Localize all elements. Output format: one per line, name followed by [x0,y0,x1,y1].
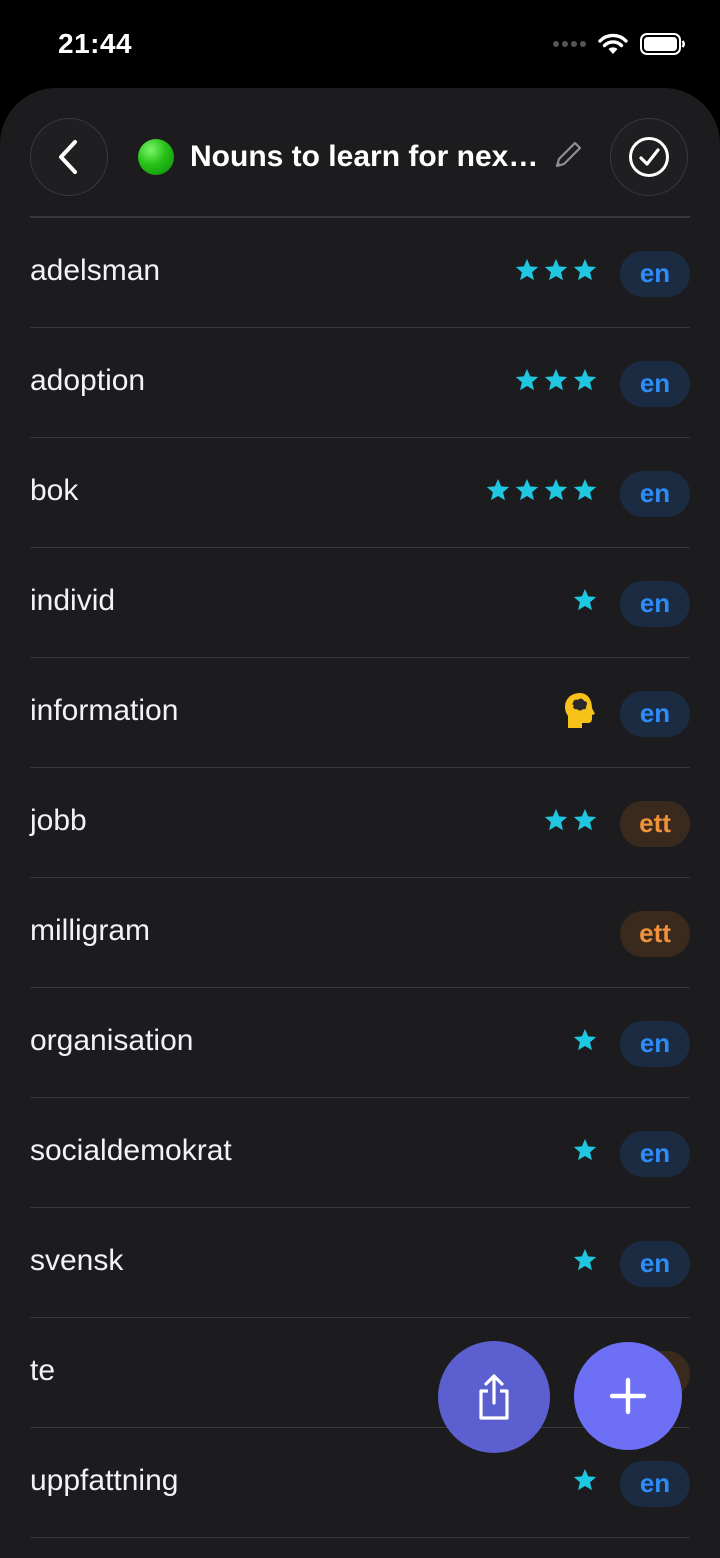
star-icon [543,807,569,840]
status-bar: 21:44 [0,0,720,88]
star-icon [572,807,598,840]
star-rating [543,807,598,840]
word-meta: ett [620,910,690,957]
list-item[interactable]: svensk en [30,1208,690,1318]
list-item[interactable]: organisation en [30,988,690,1098]
article-badge: en [620,690,690,737]
article-badge: en [620,580,690,627]
star-rating [572,587,598,620]
back-button[interactable] [30,118,108,196]
list-item[interactable]: uppfattning en [30,1428,690,1538]
status-icons [552,33,686,55]
word-label: jobb [30,803,87,837]
signal-icon [553,41,586,47]
article-badge: en [620,250,690,297]
word-meta: en [485,470,690,517]
word-label: svensk [30,1243,124,1277]
word-meta: en [514,360,690,407]
pencil-icon[interactable] [552,139,584,171]
word-meta: en [562,690,690,737]
word-meta: en [572,580,690,627]
article-badge: en [620,1460,690,1507]
battery-icon [640,33,685,55]
star-icon [485,477,511,510]
star-icon [543,257,569,290]
article-badge: ett [620,800,690,847]
star-rating [485,477,598,510]
word-label: socialdemokrat [30,1133,232,1167]
star-icon [514,257,540,290]
list-item[interactable]: bok en [30,438,690,548]
article-badge: en [620,360,690,407]
word-list: adelsman en adoption en bok en individ en inform… [30,216,690,1538]
list-item[interactable]: adoption en [30,328,690,438]
star-icon [572,257,598,290]
star-icon [572,587,598,620]
word-label: te [30,1353,56,1387]
star-rating [514,367,598,400]
star-icon [543,477,569,510]
star-rating [572,1467,598,1500]
article-badge: en [620,1130,690,1177]
add-word-button[interactable] [574,1342,682,1450]
chevron-left-icon [59,140,77,174]
share-icon [479,1374,509,1420]
page-title: Nouns to learn for nex… [190,140,538,173]
list-sheet: Nouns to learn for nex… adelsman en adopti… [0,88,720,1558]
star-icon [572,1027,598,1060]
list-item[interactable]: milligram ett [30,878,690,988]
word-label: adoption [30,363,146,397]
list-item[interactable]: socialdemokrat en [30,1098,690,1208]
list-color-icon [138,139,174,175]
star-icon [514,477,540,510]
star-rating [572,1027,598,1060]
star-icon [543,367,569,400]
word-label: adelsman [30,253,161,287]
word-label: bok [30,473,79,507]
word-meta: ett [543,800,690,847]
share-button[interactable] [438,1341,550,1453]
word-label: individ [30,583,116,617]
word-meta: en [572,1020,690,1067]
plus-icon [609,1377,647,1415]
star-icon [572,477,598,510]
star-rating [514,257,598,290]
list-title-area[interactable]: Nouns to learn for nex… [138,136,588,178]
star-icon [572,1467,598,1500]
brain-icon [562,691,598,736]
status-time: 21:44 [58,28,133,59]
star-icon [572,1247,598,1280]
word-meta: en [572,1460,690,1507]
article-badge: en [620,470,690,517]
word-label: uppfattning [30,1463,179,1497]
list-item[interactable]: individ en [30,548,690,658]
word-label: organisation [30,1023,194,1057]
star-rating [572,1247,598,1280]
article-badge: en [620,1240,690,1287]
word-meta: en [514,250,690,297]
list-item[interactable]: information en [30,658,690,768]
star-icon [572,1137,598,1170]
word-meta: en [572,1240,690,1287]
star-icon [514,367,540,400]
star-icon [572,367,598,400]
list-item[interactable]: adelsman en [30,218,690,328]
article-badge: en [620,1020,690,1067]
word-label: milligram [30,913,150,947]
list-item[interactable]: jobb ett [30,768,690,878]
star-rating [572,1137,598,1170]
checkmark-circle-icon [629,137,669,177]
word-meta: en [572,1130,690,1177]
wifi-icon [598,33,628,54]
article-badge: ett [620,910,690,957]
word-label: information [30,693,179,727]
done-button[interactable] [610,118,688,196]
